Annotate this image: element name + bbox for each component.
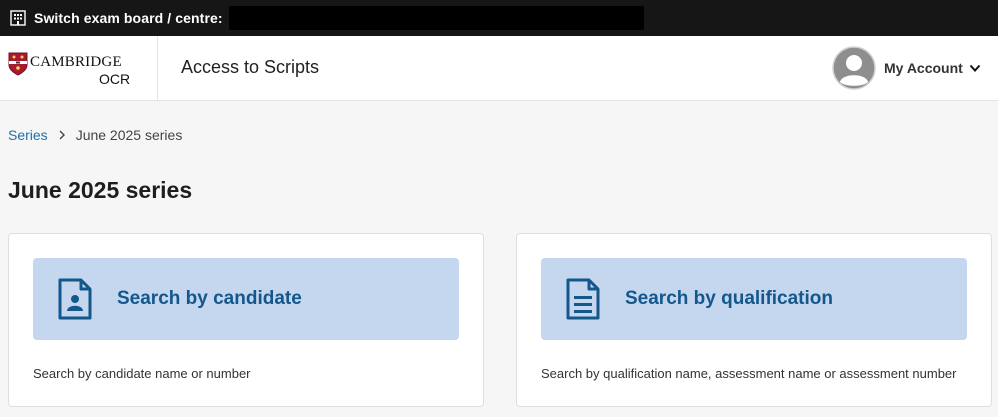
redacted-centre-name [228, 6, 644, 30]
my-account-menu[interactable]: My Account [832, 46, 992, 90]
app-title[interactable]: Access to Scripts [181, 57, 319, 78]
search-by-qualification-label: Search by qualification [625, 288, 833, 309]
search-by-candidate-button[interactable]: Search by candidate [33, 258, 459, 340]
search-by-qualification-description: Search by qualification name, assessment… [541, 366, 957, 381]
breadcrumb-series-link[interactable]: Series [8, 127, 48, 143]
site-header: CAMBRIDGE OCR Access to Scripts My Accou… [0, 36, 998, 101]
my-account-label: My Account [884, 60, 963, 76]
page-title: June 2025 series [8, 177, 193, 203]
header-divider [157, 36, 158, 100]
breadcrumb: Series June 2025 series [8, 127, 182, 143]
user-avatar-icon [832, 46, 876, 90]
building-icon [10, 10, 26, 26]
candidate-document-icon [58, 278, 92, 320]
search-by-qualification-button[interactable]: Search by qualification [541, 258, 967, 340]
switch-exam-board-label[interactable]: Switch exam board / centre: [34, 10, 223, 26]
logo-sub-text: OCR [99, 71, 131, 87]
search-by-candidate-card: Search by candidate Search by candidate … [8, 233, 484, 407]
breadcrumb-current: June 2025 series [75, 127, 183, 143]
chevron-down-icon [969, 64, 981, 72]
top-bar: Switch exam board / centre: [0, 0, 998, 36]
qualification-document-icon [566, 278, 600, 320]
search-by-qualification-card: Search by qualification Search by qualif… [516, 233, 992, 407]
chevron-right-icon [59, 130, 65, 140]
logo-brand-text: CAMBRIDGE [30, 54, 122, 70]
search-by-candidate-label: Search by candidate [117, 288, 302, 309]
crest-icon [8, 52, 28, 76]
search-by-candidate-description: Search by candidate name or number [33, 366, 251, 381]
cambridge-ocr-logo[interactable]: CAMBRIDGE OCR [8, 52, 148, 92]
